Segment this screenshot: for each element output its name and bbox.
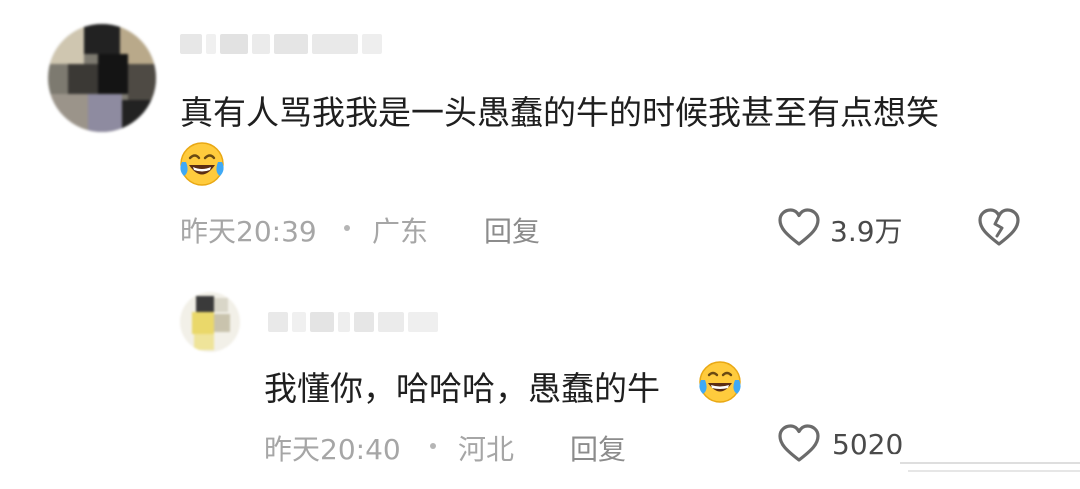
heart-outline-icon[interactable]: [776, 206, 822, 248]
avatar[interactable]: [180, 292, 240, 352]
reply-time: 昨天20:40: [264, 433, 401, 466]
reply-location: 河北: [458, 433, 515, 466]
like-count: 3.9万: [830, 215, 903, 248]
comment-text: 真有人骂我我是一头愚蠢的牛的时候我甚至有点想笑: [180, 93, 939, 132]
overlay-strip: [888, 454, 1080, 489]
reply-button[interactable]: 回复: [570, 428, 626, 468]
avatar[interactable]: [48, 24, 156, 132]
comment-location: 广东: [372, 215, 429, 248]
reply-text: 我懂你，哈哈哈，愚蠢的牛: [264, 369, 660, 408]
meta-separator-dot: [344, 225, 350, 231]
laughing-crying-emoji: [180, 142, 224, 186]
heart-outline-icon[interactable]: [776, 422, 822, 464]
username-blurred[interactable]: [268, 312, 442, 332]
comment-time: 昨天20:39: [180, 215, 317, 248]
laughing-crying-emoji: [699, 361, 741, 403]
username-blurred[interactable]: [180, 34, 386, 54]
broken-heart-icon[interactable]: [976, 206, 1022, 248]
reply-button[interactable]: 回复: [484, 210, 540, 250]
meta-separator-dot: [430, 443, 436, 449]
